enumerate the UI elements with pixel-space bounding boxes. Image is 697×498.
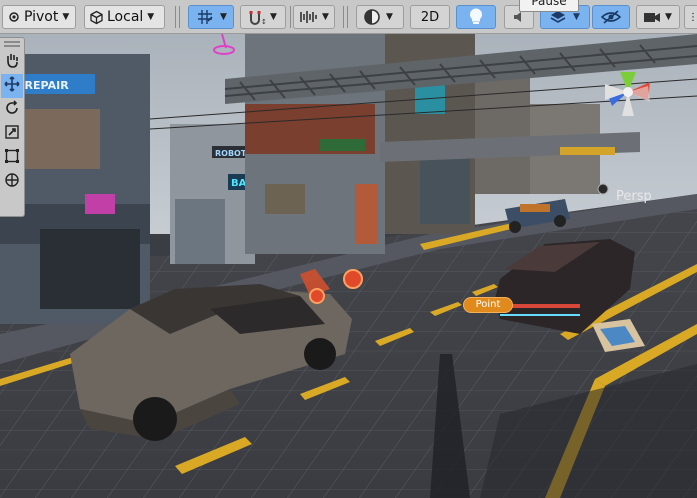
chevron-down-icon: ▼ bbox=[270, 12, 277, 22]
grid-snap-icon bbox=[196, 9, 214, 25]
scale-tool-icon bbox=[4, 124, 20, 144]
svg-text:↕: ↕ bbox=[261, 18, 266, 25]
toggle-2d-button[interactable]: 2D bbox=[410, 5, 450, 29]
toolbar-separator bbox=[290, 6, 291, 28]
scene-toolbar: Pause Pivot ▼ Local ▼ ▼ ↕ ▼ ▼ ▼ 2D ▼ ▼ ⋮ bbox=[0, 0, 697, 34]
toolbar-separator bbox=[175, 6, 176, 28]
pivot-label: Pivot bbox=[24, 9, 59, 25]
poster-column bbox=[355, 184, 377, 244]
scale-tool-button[interactable] bbox=[1, 122, 23, 146]
mode-2d-label: 2D bbox=[420, 9, 440, 25]
scene-visibility-toggle[interactable] bbox=[592, 5, 630, 29]
scene-lighting-toggle[interactable] bbox=[456, 5, 496, 29]
storefront bbox=[420, 154, 470, 224]
grid-snap-toggle[interactable]: ▼ bbox=[188, 5, 234, 29]
shading-sphere-icon bbox=[363, 8, 381, 26]
audio-bars-icon bbox=[299, 10, 317, 24]
palette-grip[interactable] bbox=[4, 41, 20, 47]
pivot-dropdown[interactable]: Pivot ▼ bbox=[2, 5, 76, 29]
shop-shutter bbox=[40, 229, 140, 309]
snap-increment-toggle[interactable]: ↕ ▼ bbox=[240, 5, 286, 29]
chevron-down-icon: ▼ bbox=[147, 12, 155, 22]
transform-tool-button[interactable] bbox=[1, 170, 23, 194]
rotate-tool-icon bbox=[4, 100, 20, 120]
rect-tool-button[interactable] bbox=[1, 146, 23, 170]
chevron-down-icon: ▼ bbox=[573, 12, 580, 22]
hidden-eye-icon bbox=[601, 10, 621, 24]
toolbar-separator bbox=[347, 6, 348, 28]
light-bulb-icon bbox=[468, 8, 484, 26]
audio-toggle[interactable]: ▼ bbox=[293, 5, 335, 29]
hand-tool-button[interactable] bbox=[1, 50, 23, 74]
move-tool-button[interactable] bbox=[1, 74, 23, 98]
chevron-down-icon: ▼ bbox=[220, 12, 227, 22]
tool-palette bbox=[0, 37, 25, 217]
scene-viewport[interactable]: NE REPAIR ROBOTICS BAR Persp Point bbox=[0, 34, 697, 498]
chevron-down-icon: ▼ bbox=[386, 12, 393, 22]
tire-prop bbox=[597, 183, 609, 195]
point-light-label[interactable]: Point bbox=[463, 297, 513, 313]
transform-tool-icon bbox=[4, 172, 20, 192]
pause-tooltip: Pause bbox=[519, 0, 579, 12]
persp-label[interactable]: Persp bbox=[616, 189, 652, 204]
speaker-icon bbox=[512, 10, 526, 24]
scene-render: NE REPAIR ROBOTICS BAR bbox=[0, 34, 697, 498]
chevron-down-icon: ▼ bbox=[665, 12, 672, 22]
local-label: Local bbox=[107, 9, 144, 25]
cube-local-icon bbox=[89, 10, 104, 25]
camera-settings-dropdown[interactable]: ▼ bbox=[636, 5, 680, 29]
shading-mode-dropdown[interactable]: ▼ bbox=[356, 5, 404, 29]
rect-tool-icon bbox=[4, 148, 20, 168]
neon-sign bbox=[85, 194, 115, 214]
tower-window bbox=[265, 184, 305, 214]
more-options-button[interactable]: ⋮ bbox=[684, 5, 697, 29]
move-tool-icon bbox=[4, 76, 20, 96]
toolbar-separator bbox=[179, 6, 180, 28]
snap-increment-icon: ↕ bbox=[248, 9, 266, 25]
chevron-down-icon: ▼ bbox=[62, 12, 70, 22]
more-icon: ⋮ bbox=[688, 11, 697, 23]
local-dropdown[interactable]: Local ▼ bbox=[84, 5, 165, 29]
toolbar-separator bbox=[343, 6, 344, 28]
chevron-down-icon: ▼ bbox=[322, 12, 329, 22]
hand-tool-icon bbox=[4, 52, 20, 72]
hazard-stripe bbox=[560, 147, 615, 155]
rotate-tool-button[interactable] bbox=[1, 98, 23, 122]
tower-green-sign bbox=[320, 139, 365, 151]
shop-window bbox=[20, 109, 100, 169]
arcade-machine bbox=[175, 199, 225, 264]
camera-icon bbox=[643, 10, 661, 24]
pivot-icon bbox=[7, 10, 21, 24]
